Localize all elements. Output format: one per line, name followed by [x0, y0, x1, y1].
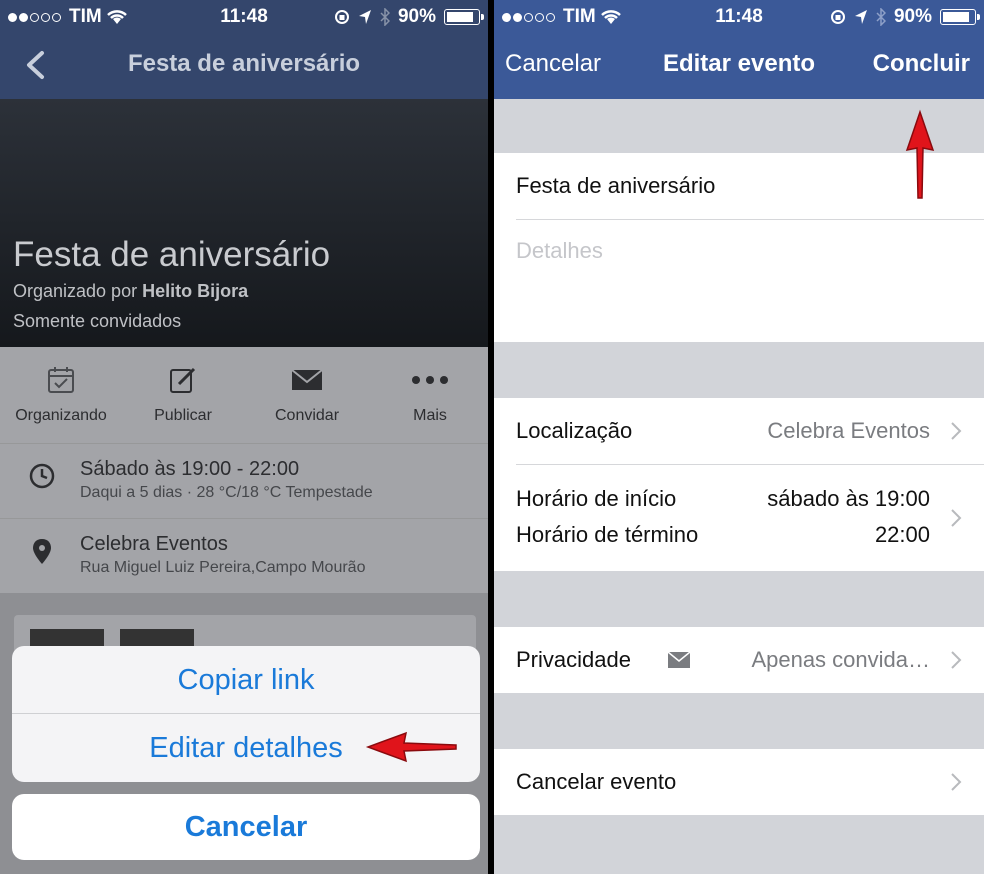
action-more-label: Mais: [413, 407, 447, 424]
battery-icon: [444, 9, 484, 25]
action-publish-label: Publicar: [154, 407, 212, 424]
red-arrow-up-icon: [905, 109, 935, 199]
chevron-right-icon: [951, 509, 962, 527]
location-value: Celebra Eventos: [767, 418, 930, 443]
envelope-icon: [291, 369, 323, 390]
chevron-right-icon: [951, 422, 962, 440]
action-publish[interactable]: Publicar: [128, 365, 238, 425]
more-icon: [412, 376, 448, 384]
battery-fill: [447, 12, 473, 22]
orientation-lock-icon: [334, 10, 349, 24]
envelope-icon: [668, 652, 690, 668]
battery-percent: 90%: [893, 6, 932, 27]
event-weather: Daqui a 5 dias · 28 °C/18 °C Tempestade: [80, 484, 373, 501]
red-arrow-left-icon: [365, 731, 457, 763]
bluetooth-icon: [380, 8, 390, 26]
orientation-lock-icon: [830, 10, 845, 24]
event-cover: Festa de aniversário Organizado por Heli…: [0, 99, 488, 347]
edit-icon: [170, 367, 196, 393]
organizer-name[interactable]: Helito Bijora: [142, 281, 248, 301]
battery-icon: [940, 9, 980, 25]
location-arrow-icon: [854, 10, 867, 24]
clock-icon: [29, 463, 55, 489]
bluetooth-icon: [876, 8, 886, 26]
battery-percent: 90%: [397, 6, 436, 27]
action-more[interactable]: Mais: [375, 365, 485, 425]
event-time-row[interactable]: Sábado às 19:00 - 22:00 Daqui a 5 dias ·…: [0, 443, 488, 518]
page-title: Festa de aniversário: [127, 50, 361, 77]
organizer-line: Organizado por Helito Bijora: [13, 281, 248, 302]
end-time-value: 22:00: [874, 522, 930, 547]
event-screen: Festa de aniversário TIM 11:48 90% Festa…: [0, 0, 488, 874]
privacy-row[interactable]: Privacidade Apenas convida…: [494, 627, 984, 693]
cancel-event-label: Cancelar evento: [516, 769, 677, 794]
copy-link-button[interactable]: Copiar link: [12, 646, 480, 714]
done-button[interactable]: Concluir: [873, 50, 970, 78]
event-location-row[interactable]: Celebra Eventos Rua Miguel Luiz Pereira,…: [0, 518, 488, 593]
status-bar: TIM 11:48 90%: [0, 0, 488, 34]
privacy-value: Apenas convida…: [751, 647, 930, 672]
calendar-check-icon: [48, 367, 74, 393]
event-title: Festa de aniversário: [13, 235, 331, 274]
action-invite[interactable]: Convidar: [252, 365, 362, 425]
action-invite-label: Convidar: [274, 407, 340, 424]
edit-event-screen: Cancelar Editar evento Concluir TIM 11:4…: [494, 0, 984, 874]
event-actions: Organizando Publicar Convidar Mais: [0, 347, 488, 443]
status-bar: TIM 11:48 90%: [494, 0, 984, 34]
event-address: Rua Miguel Luiz Pereira,Campo Mourão: [80, 559, 366, 576]
cancel-event-row[interactable]: Cancelar evento: [494, 749, 984, 815]
event-place: Celebra Eventos: [80, 533, 228, 555]
chevron-right-icon: [951, 773, 962, 791]
location-time-section: Localização Celebra Eventos Horário de i…: [494, 398, 984, 571]
battery-fill: [943, 12, 969, 22]
chevron-right-icon: [951, 651, 962, 669]
action-organizing[interactable]: Organizando: [6, 365, 116, 425]
event-visibility: Somente convidados: [13, 311, 182, 331]
organizer-prefix: Organizado por: [13, 281, 143, 301]
action-organizing-label: Organizando: [15, 407, 107, 424]
map-pin-icon: [33, 539, 51, 564]
location-arrow-icon: [358, 10, 371, 24]
sheet-cancel-button[interactable]: Cancelar: [12, 794, 480, 860]
event-time: Sábado às 19:00 - 22:00: [80, 458, 300, 480]
details-field[interactable]: Detalhes: [516, 238, 984, 264]
start-time-value: sábado às 19:00: [767, 486, 930, 511]
